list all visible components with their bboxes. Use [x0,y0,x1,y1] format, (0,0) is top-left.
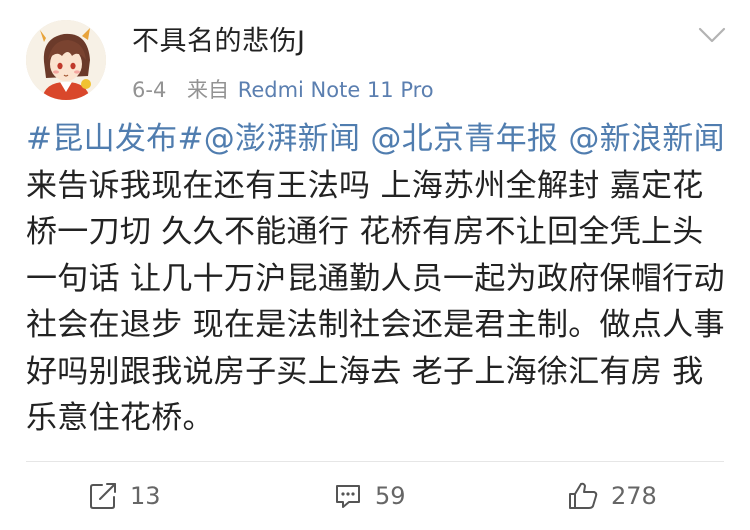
thumbs-up-icon [569,482,598,509]
avatar[interactable] [26,20,106,100]
anime-avatar-image [26,20,106,100]
weibo-post-card: 不具名的悲伤J 6-4 来自 Redmi Note 11 Pro #昆山发布#@… [0,0,750,530]
post-meta: 6-4 来自 Redmi Note 11 Pro [132,76,434,104]
post-body-text: 来告诉我现在还有王法吗 上海苏州全解封 嘉定花桥一刀切 久久不能通行 花桥有房不… [26,167,725,437]
post-content: #昆山发布#@澎湃新闻 @北京青年报 @新浪新闻 来告诉我现在还有王法吗 上海苏… [26,116,726,442]
like-count: 278 [611,482,657,510]
repost-icon [90,483,116,509]
post-date: 6-4 [132,78,167,102]
chevron-down-icon[interactable] [696,24,728,46]
repost-count: 13 [130,482,161,510]
source-prefix: 来自 [187,78,229,102]
like-button[interactable]: 278 [567,476,657,516]
username[interactable]: 不具名的悲伤J [132,24,305,60]
action-bar: 13 59 278 [0,462,750,530]
hashtag-link[interactable]: #昆山发布# [26,121,204,157]
repost-button[interactable]: 13 [88,476,161,516]
mention-link[interactable]: @澎湃新闻 [204,121,361,157]
comment-count: 59 [375,482,406,510]
mention-link[interactable]: @北京青年报 [370,121,558,157]
device-link[interactable]: Redmi Note 11 Pro [238,78,434,102]
comment-icon [336,485,360,508]
mention-link[interactable]: @新浪新闻 [568,121,725,157]
comment-button[interactable]: 59 [333,476,406,516]
